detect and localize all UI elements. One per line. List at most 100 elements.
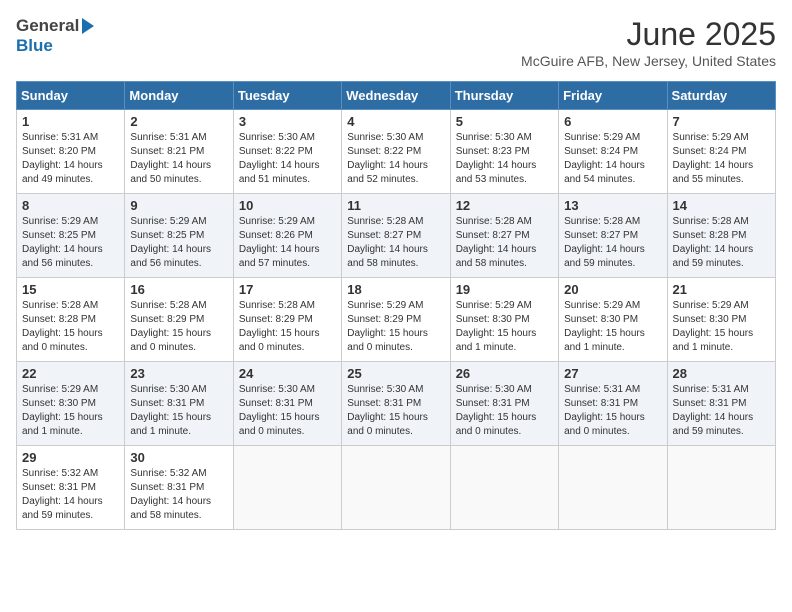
- calendar-cell: 23Sunrise: 5:30 AMSunset: 8:31 PMDayligh…: [125, 362, 233, 446]
- day-number: 26: [456, 366, 553, 381]
- calendar-cell: 16Sunrise: 5:28 AMSunset: 8:29 PMDayligh…: [125, 278, 233, 362]
- logo-arrow-icon: [82, 18, 94, 34]
- col-header-sunday: Sunday: [17, 82, 125, 110]
- calendar-cell: 22 Sunrise: 5:29 AMSunset: 8:30 PMDayligh…: [17, 362, 125, 446]
- day-info: Sunrise: 5:29 AMSunset: 8:24 PMDaylight:…: [673, 131, 770, 187]
- calendar-cell: 2 Sunrise: 5:31 AMSunset: 8:21 PMDaylight…: [125, 110, 233, 194]
- calendar-cell: 18Sunrise: 5:29 AMSunset: 8:29 PMDayligh…: [342, 278, 450, 362]
- calendar-cell: 29Sunrise: 5:32 AMSunset: 8:31 PMDayligh…: [17, 446, 125, 530]
- day-number: 11: [347, 198, 444, 213]
- day-info: Sunrise: 5:28 AMSunset: 8:28 PMDaylight:…: [673, 215, 770, 271]
- calendar-cell: 27 Sunrise: 5:31 AMSunset: 8:31 PMDayligh…: [559, 362, 667, 446]
- day-info: Sunrise: 5:28 AMSunset: 8:27 PMDaylight:…: [564, 215, 661, 271]
- day-info: Sunrise: 5:29 AMSunset: 8:30 PMDaylight:…: [456, 299, 553, 355]
- calendar-cell: 28 Sunrise: 5:31 AMSunset: 8:31 PMDayligh…: [667, 362, 775, 446]
- calendar-cell: [450, 446, 558, 530]
- day-number: 19: [456, 282, 553, 297]
- day-info: Sunrise: 5:32 AMSunset: 8:31 PMDaylight:…: [130, 467, 227, 523]
- calendar-cell: 24 Sunrise: 5:30 AMSunset: 8:31 PMDayligh…: [233, 362, 341, 446]
- col-header-wednesday: Wednesday: [342, 82, 450, 110]
- page-header: General Blue June 2025 McGuire AFB, New …: [16, 16, 776, 69]
- day-info: Sunrise: 5:29 AMSunset: 8:25 PMDaylight:…: [130, 215, 227, 271]
- col-header-thursday: Thursday: [450, 82, 558, 110]
- day-info: Sunrise: 5:30 AMSunset: 8:31 PMDaylight:…: [347, 383, 444, 439]
- day-number: 16: [130, 282, 227, 297]
- calendar-cell: 21 Sunrise: 5:29 AMSunset: 8:30 PMDayligh…: [667, 278, 775, 362]
- calendar-cell: [342, 446, 450, 530]
- day-info: Sunrise: 5:29 AMSunset: 8:30 PMDaylight:…: [673, 299, 770, 355]
- calendar-cell: 13 Sunrise: 5:28 AMSunset: 8:27 PMDayligh…: [559, 194, 667, 278]
- calendar-cell: 15Sunrise: 5:28 AMSunset: 8:28 PMDayligh…: [17, 278, 125, 362]
- day-info: Sunrise: 5:29 AMSunset: 8:24 PMDaylight:…: [564, 131, 661, 187]
- calendar-cell: 9 Sunrise: 5:29 AMSunset: 8:25 PMDaylight…: [125, 194, 233, 278]
- day-number: 30: [130, 450, 227, 465]
- day-info: Sunrise: 5:30 AMSunset: 8:22 PMDaylight:…: [239, 131, 336, 187]
- day-info: Sunrise: 5:31 AMSunset: 8:20 PMDaylight:…: [22, 131, 119, 187]
- day-info: Sunrise: 5:28 AMSunset: 8:27 PMDaylight:…: [347, 215, 444, 271]
- day-number: 1: [22, 114, 119, 129]
- day-number: 7: [673, 114, 770, 129]
- day-number: 23: [130, 366, 227, 381]
- day-number: 2: [130, 114, 227, 129]
- day-info: Sunrise: 5:30 AMSunset: 8:31 PMDaylight:…: [239, 383, 336, 439]
- day-info: Sunrise: 5:30 AMSunset: 8:31 PMDaylight:…: [456, 383, 553, 439]
- day-number: 13: [564, 198, 661, 213]
- calendar-cell: 8 Sunrise: 5:29 AMSunset: 8:25 PMDaylight…: [17, 194, 125, 278]
- day-number: 8: [22, 198, 119, 213]
- day-number: 12: [456, 198, 553, 213]
- calendar-cell: 30 Sunrise: 5:32 AMSunset: 8:31 PMDayligh…: [125, 446, 233, 530]
- calendar-cell: 25 Sunrise: 5:30 AMSunset: 8:31 PMDayligh…: [342, 362, 450, 446]
- logo-general-text: General: [16, 16, 79, 36]
- calendar-cell: 19 Sunrise: 5:29 AMSunset: 8:30 PMDayligh…: [450, 278, 558, 362]
- col-header-tuesday: Tuesday: [233, 82, 341, 110]
- col-header-saturday: Saturday: [667, 82, 775, 110]
- calendar-cell: [233, 446, 341, 530]
- day-number: 28: [673, 366, 770, 381]
- calendar-table: SundayMondayTuesdayWednesdayThursdayFrid…: [16, 81, 776, 530]
- day-number: 25: [347, 366, 444, 381]
- day-info: Sunrise: 5:29 AMSunset: 8:30 PMDaylight:…: [564, 299, 661, 355]
- day-info: Sunrise: 5:32 AMSunset: 8:31 PMDaylight:…: [22, 467, 119, 523]
- calendar-cell: 17 Sunrise: 5:28 AMSunset: 8:29 PMDayligh…: [233, 278, 341, 362]
- day-number: 15: [22, 282, 119, 297]
- day-number: 17: [239, 282, 336, 297]
- calendar-cell: 26 Sunrise: 5:30 AMSunset: 8:31 PMDayligh…: [450, 362, 558, 446]
- day-number: 20: [564, 282, 661, 297]
- day-info: Sunrise: 5:31 AMSunset: 8:31 PMDaylight:…: [564, 383, 661, 439]
- calendar-cell: 20 Sunrise: 5:29 AMSunset: 8:30 PMDayligh…: [559, 278, 667, 362]
- day-number: 5: [456, 114, 553, 129]
- day-number: 14: [673, 198, 770, 213]
- day-info: Sunrise: 5:29 AMSunset: 8:30 PMDaylight:…: [22, 383, 119, 439]
- day-number: 22: [22, 366, 119, 381]
- title-block: June 2025 McGuire AFB, New Jersey, Unite…: [521, 16, 776, 69]
- day-number: 21: [673, 282, 770, 297]
- day-info: Sunrise: 5:31 AMSunset: 8:31 PMDaylight:…: [673, 383, 770, 439]
- day-info: Sunrise: 5:29 AMSunset: 8:25 PMDaylight:…: [22, 215, 119, 271]
- month-title: June 2025: [521, 16, 776, 53]
- day-info: Sunrise: 5:28 AMSunset: 8:29 PMDaylight:…: [239, 299, 336, 355]
- day-number: 9: [130, 198, 227, 213]
- calendar-cell: 6 Sunrise: 5:29 AMSunset: 8:24 PMDaylight…: [559, 110, 667, 194]
- col-header-friday: Friday: [559, 82, 667, 110]
- day-number: 27: [564, 366, 661, 381]
- day-number: 3: [239, 114, 336, 129]
- calendar-cell: 3 Sunrise: 5:30 AMSunset: 8:22 PMDaylight…: [233, 110, 341, 194]
- calendar-cell: [667, 446, 775, 530]
- day-info: Sunrise: 5:28 AMSunset: 8:27 PMDaylight:…: [456, 215, 553, 271]
- day-number: 24: [239, 366, 336, 381]
- calendar-cell: 14 Sunrise: 5:28 AMSunset: 8:28 PMDayligh…: [667, 194, 775, 278]
- calendar-cell: 11 Sunrise: 5:28 AMSunset: 8:27 PMDayligh…: [342, 194, 450, 278]
- day-info: Sunrise: 5:29 AMSunset: 8:26 PMDaylight:…: [239, 215, 336, 271]
- logo: General Blue: [16, 16, 94, 56]
- location-title: McGuire AFB, New Jersey, United States: [521, 53, 776, 69]
- day-number: 10: [239, 198, 336, 213]
- day-info: Sunrise: 5:30 AMSunset: 8:22 PMDaylight:…: [347, 131, 444, 187]
- calendar-cell: 10 Sunrise: 5:29 AMSunset: 8:26 PMDayligh…: [233, 194, 341, 278]
- calendar-cell: 12 Sunrise: 5:28 AMSunset: 8:27 PMDayligh…: [450, 194, 558, 278]
- logo-blue-text: Blue: [16, 36, 53, 56]
- day-info: Sunrise: 5:31 AMSunset: 8:21 PMDaylight:…: [130, 131, 227, 187]
- calendar-cell: 1 Sunrise: 5:31 AMSunset: 8:20 PMDaylight…: [17, 110, 125, 194]
- day-number: 6: [564, 114, 661, 129]
- day-info: Sunrise: 5:29 AMSunset: 8:29 PMDaylight:…: [347, 299, 444, 355]
- calendar-cell: 4Sunrise: 5:30 AMSunset: 8:22 PMDaylight…: [342, 110, 450, 194]
